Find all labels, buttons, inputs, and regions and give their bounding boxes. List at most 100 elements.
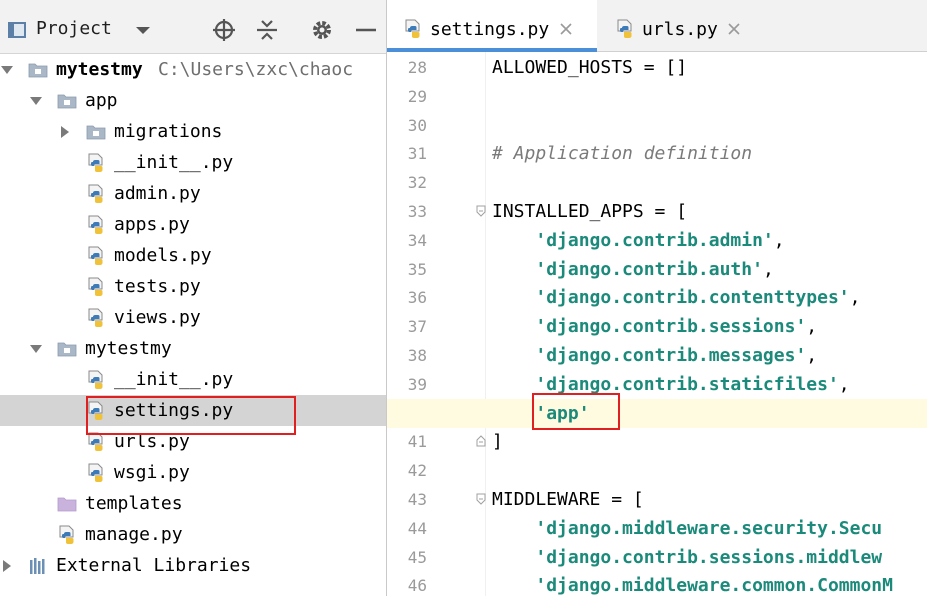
code-line[interactable]: 'django.middleware.common.CommonM	[387, 571, 927, 596]
expand-arrow-icon[interactable]	[29, 342, 43, 356]
tree-item-label: views.py	[114, 307, 201, 328]
code-editor: settings.py urls.py 28 29 30 31 32 33 34 35 36 37 3…	[387, 0, 927, 596]
python-file-icon	[86, 215, 106, 235]
code-line[interactable]: 'django.contrib.sessions',	[387, 312, 927, 341]
tree-row-tests-py[interactable]: tests.py	[0, 271, 386, 302]
tree-row-templates[interactable]: templates	[0, 488, 386, 519]
editor-tab-bar: settings.py urls.py	[387, 0, 927, 52]
close-tab-icon[interactable]	[727, 22, 741, 36]
code-line[interactable]: 'django.middleware.security.Secu	[387, 514, 927, 543]
code-text: 'django.contrib.auth',	[535, 259, 774, 280]
code-line[interactable]: # Application definition	[387, 139, 927, 168]
tree-row-manage-py[interactable]: manage.py	[0, 519, 386, 550]
python-file-icon	[403, 19, 423, 39]
tab-urls-py[interactable]: urls.py	[599, 0, 749, 51]
tree-row-external-libraries[interactable]: External Libraries	[0, 550, 386, 581]
minimize-icon[interactable]	[353, 17, 379, 43]
code-text: ]	[492, 431, 503, 452]
tree-item-label: models.py	[114, 245, 212, 266]
code-line[interactable]	[387, 456, 927, 485]
code-line[interactable]: 'app'	[387, 399, 927, 428]
tree-item-label: manage.py	[85, 524, 183, 545]
folder-icon	[86, 124, 106, 140]
fold-close-icon[interactable]	[476, 435, 486, 447]
python-file-icon	[86, 153, 106, 173]
code-line[interactable]: ]	[387, 427, 927, 456]
python-file-icon	[86, 463, 106, 483]
tree-row-migrations[interactable]: migrations	[0, 116, 386, 147]
code-line[interactable]: 'django.contrib.auth',	[387, 255, 927, 284]
fold-open-icon[interactable]	[476, 493, 486, 505]
code-line[interactable]	[387, 168, 927, 197]
code-line[interactable]: 'django.contrib.messages',	[387, 341, 927, 370]
tree-row-views-py[interactable]: views.py	[0, 302, 386, 333]
tree-item-label: app	[85, 90, 118, 111]
tree-row-wsgi-py[interactable]: wsgi.py	[0, 457, 386, 488]
tree-row-init-py[interactable]: __init__.py	[0, 147, 386, 178]
locate-file-icon[interactable]	[211, 17, 237, 43]
code-text: 'django.contrib.sessions',	[535, 316, 818, 337]
expand-arrow-icon[interactable]	[0, 63, 14, 77]
tree-row-init-py[interactable]: __init__.py	[0, 364, 386, 395]
settings-highlight-box	[86, 396, 296, 435]
code-text: ALLOWED_HOSTS = []	[492, 57, 688, 78]
python-file-icon	[86, 277, 106, 297]
code-text: 'django.middleware.common.CommonM	[535, 575, 893, 596]
python-file-icon	[86, 308, 106, 328]
collapse-arrow-icon[interactable]	[0, 559, 14, 573]
tree-row-mytestmy[interactable]: mytestmy C:\Users\zxc\chaoc	[0, 54, 386, 85]
collapse-arrow-icon[interactable]	[58, 125, 72, 139]
code-line[interactable]: ALLOWED_HOSTS = []	[387, 53, 927, 82]
tree-row-mytestmy[interactable]: mytestmy	[0, 333, 386, 364]
expand-arrow-icon[interactable]	[29, 94, 43, 108]
code-line[interactable]: 'django.contrib.sessions.middlew	[387, 543, 927, 572]
tab-settings-py[interactable]: settings.py	[387, 0, 597, 52]
folder-icon	[57, 93, 77, 109]
code-text: INSTALLED_APPS = [	[492, 201, 688, 222]
gear-icon[interactable]	[309, 17, 335, 43]
tree-item-label: __init__.py	[114, 369, 234, 390]
tree-row-admin-py[interactable]: admin.py	[0, 178, 386, 209]
code-text: 'django.middleware.security.Secu	[535, 518, 883, 539]
tree-item-label: wsgi.py	[114, 462, 190, 483]
tree-item-label: migrations	[114, 121, 223, 142]
code-line[interactable]: 'django.contrib.contenttypes',	[387, 283, 927, 312]
tree-item-label: admin.py	[114, 183, 201, 204]
python-file-icon	[57, 525, 77, 545]
tab-label: urls.py	[642, 19, 718, 40]
view-dropdown-icon[interactable]	[130, 17, 156, 43]
tree-item-label: mytestmy	[85, 338, 172, 359]
tree-item-label: External Libraries	[56, 555, 252, 576]
library-icon	[28, 556, 48, 576]
project-panel-title[interactable]: Project	[36, 18, 112, 39]
close-tab-icon[interactable]	[559, 22, 573, 36]
app-highlight-box	[532, 393, 620, 430]
tree-item-label: templates	[85, 493, 183, 514]
code-line[interactable]: INSTALLED_APPS = [	[387, 197, 927, 226]
tree-item-label: __init__.py	[114, 152, 234, 173]
tree-row-apps-py[interactable]: apps.py	[0, 209, 386, 240]
code-line[interactable]: 'django.contrib.staticfiles',	[387, 370, 927, 399]
python-file-icon	[615, 19, 635, 39]
code-text: 'django.contrib.messages',	[535, 345, 818, 366]
python-file-icon	[86, 246, 106, 266]
tab-label: settings.py	[430, 19, 550, 40]
code-line[interactable]	[387, 82, 927, 111]
python-file-icon	[86, 370, 106, 390]
tree-item-label: mytestmy	[56, 59, 143, 80]
tree-row-app[interactable]: app	[0, 85, 386, 116]
code-text: 'django.contrib.admin',	[535, 230, 785, 251]
code-line[interactable]: 'django.contrib.admin',	[387, 226, 927, 255]
code-line[interactable]	[387, 111, 927, 140]
fold-open-icon[interactable]	[476, 205, 486, 217]
code-text: 'django.contrib.contenttypes',	[535, 287, 861, 308]
code-line[interactable]: MIDDLEWARE = [	[387, 485, 927, 514]
code-text: # Application definition	[492, 143, 753, 164]
tree-row-models-py[interactable]: models.py	[0, 240, 386, 271]
folder-icon	[57, 341, 77, 357]
folder-icon	[28, 62, 48, 78]
collapse-all-icon[interactable]	[254, 17, 280, 43]
python-file-icon	[86, 432, 106, 452]
python-file-icon	[86, 184, 106, 204]
template-folder-icon	[57, 496, 77, 512]
